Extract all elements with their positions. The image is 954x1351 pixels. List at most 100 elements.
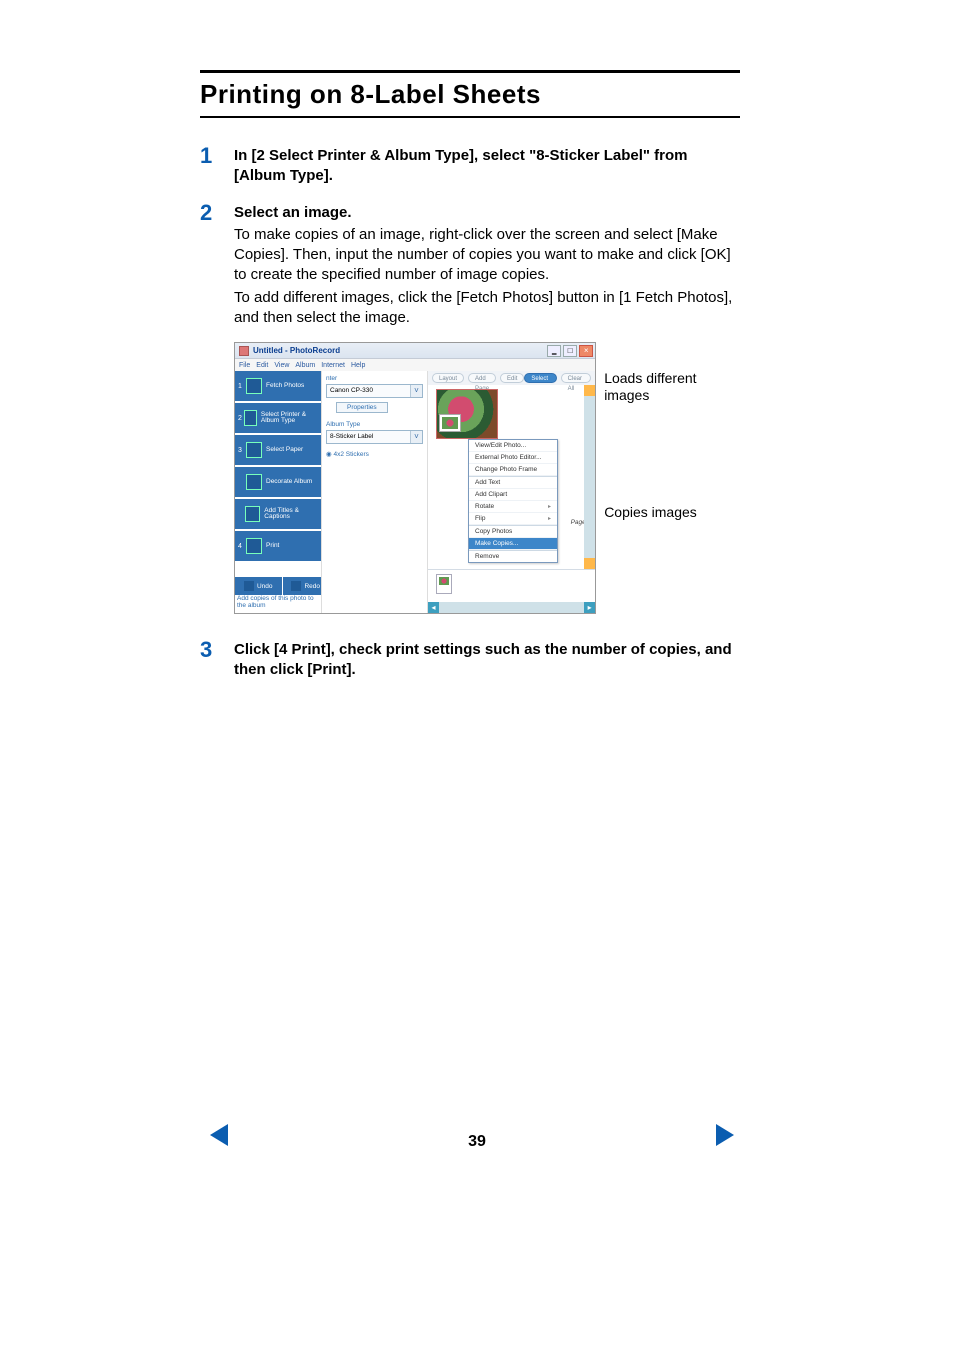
triangle-left-icon — [210, 1124, 228, 1146]
select-all-pill[interactable]: Select All — [524, 373, 556, 383]
sidebar-item-label: Print — [266, 543, 279, 550]
sidebar-step-num: 1 — [238, 383, 244, 390]
next-page-button[interactable] — [716, 1124, 734, 1151]
album-type-label: Album Type — [326, 421, 423, 428]
redo-icon — [291, 581, 301, 591]
ctx-view-edit[interactable]: View/Edit Photo... — [469, 440, 557, 452]
sidebar-item-label: Add Titles & Captions — [264, 508, 321, 521]
ctx-add-text[interactable]: Add Text — [469, 476, 557, 489]
edit-pill[interactable]: Edit — [500, 373, 524, 383]
clear-all-pill[interactable]: Clear All — [561, 373, 592, 383]
step-lead: In [2 Select Printer & Album Type], sele… — [234, 146, 740, 187]
ctx-flip[interactable]: Flip▸ — [469, 513, 557, 525]
thumb-strip: ◂ ▸ — [428, 569, 595, 613]
heading-rule-bottom — [200, 116, 740, 118]
menu-help[interactable]: Help — [351, 362, 365, 369]
ctx-make-copies[interactable]: Make Copies... — [469, 538, 557, 550]
undo-icon — [244, 581, 254, 591]
add-page-pill[interactable]: Add Page — [468, 373, 496, 383]
annotation-load-images: Loads different images — [604, 370, 740, 404]
window-title: Untitled - PhotoRecord — [253, 346, 340, 355]
scroll-up-icon[interactable] — [584, 385, 595, 396]
titlebar: Untitled - PhotoRecord ‗ □ × — [235, 343, 595, 359]
undo-button[interactable]: Undo — [235, 577, 283, 595]
horizontal-scrollbar[interactable]: ◂ ▸ — [428, 602, 595, 613]
step-1: 1 In [2 Select Printer & Album Type], se… — [200, 144, 740, 187]
properties-button[interactable]: Properties — [336, 402, 388, 413]
ctx-copy-photos[interactable]: Copy Photos — [469, 525, 557, 538]
sidebar-fetch-photos[interactable]: 1 Fetch Photos — [235, 371, 321, 401]
sidebar: 1 Fetch Photos 2 Select Printer & Album … — [235, 371, 321, 613]
photo-preview[interactable] — [436, 389, 498, 439]
sidebar-item-label: Fetch Photos — [266, 383, 304, 390]
fetch-photos-icon — [246, 378, 262, 394]
minimize-button[interactable]: ‗ — [547, 345, 561, 357]
menubar: File Edit View Album Internet Help — [235, 359, 595, 371]
album-type-select[interactable]: 8-Sticker Label ˅ — [326, 430, 423, 444]
menu-edit[interactable]: Edit — [256, 362, 268, 369]
step-lead: Select an image. — [234, 203, 740, 223]
menu-view[interactable]: View — [274, 362, 289, 369]
scroll-right-icon[interactable]: ▸ — [584, 602, 595, 613]
photo-thumb-overlay[interactable] — [440, 415, 460, 431]
step-lead: Click [4 Print], check print settings su… — [234, 640, 740, 681]
ctx-add-clipart[interactable]: Add Clipart — [469, 489, 557, 501]
sidebar-item-label: Select Paper — [266, 447, 303, 454]
chevron-down-icon: ˅ — [410, 385, 422, 397]
triangle-right-icon — [716, 1124, 734, 1146]
figure-annotations: Loads different images Copies images — [604, 342, 740, 520]
step-body: In [2 Select Printer & Album Type], sele… — [234, 144, 740, 187]
sidebar-step-num: 4 — [238, 543, 244, 550]
menu-internet[interactable]: Internet — [321, 362, 345, 369]
ctx-external-editor[interactable]: External Photo Editor... — [469, 452, 557, 464]
titles-icon — [245, 506, 260, 522]
step-2: 2 Select an image. To make copies of an … — [200, 201, 740, 329]
step-number: 3 — [200, 638, 234, 661]
sidebar-print[interactable]: 4 Print — [235, 531, 321, 561]
layout-radio[interactable]: ◉ 4x2 Stickers — [326, 450, 423, 458]
ctx-change-frame[interactable]: Change Photo Frame — [469, 464, 557, 476]
print-icon — [246, 538, 262, 554]
ctx-remove[interactable]: Remove — [469, 550, 557, 562]
printer-label: nter — [326, 375, 423, 382]
sidebar-add-titles[interactable]: Add Titles & Captions — [235, 499, 321, 529]
printer-value: Canon CP-330 — [327, 385, 410, 397]
submenu-arrow-icon: ▸ — [548, 503, 551, 510]
canvas-area: Layout Add Page Edit Select All Clear Al… — [427, 371, 595, 613]
step-body: Click [4 Print], check print settings su… — [234, 638, 740, 681]
scroll-down-icon[interactable] — [584, 558, 595, 569]
sidebar-select-printer[interactable]: 2 Select Printer & Album Type — [235, 403, 321, 433]
step-paragraph: To add different images, click the [Fetc… — [234, 288, 740, 329]
vertical-scrollbar[interactable] — [584, 385, 595, 569]
sidebar-step-num: 3 — [238, 447, 244, 454]
prev-page-button[interactable] — [210, 1124, 228, 1151]
printer-select[interactable]: Canon CP-330 ˅ — [326, 384, 423, 398]
sidebar-step-num: 2 — [238, 415, 242, 422]
album-type-value: 8-Sticker Label — [327, 431, 410, 443]
page-heading: Printing on 8-Label Sheets — [200, 79, 740, 110]
menu-album[interactable]: Album — [295, 362, 315, 369]
canvas-toolbar: Layout Add Page Edit Select All Clear Al… — [428, 371, 595, 385]
document-page: Printing on 8-Label Sheets 1 In [2 Selec… — [0, 0, 954, 1351]
page-number: 39 — [468, 1133, 486, 1151]
menu-file[interactable]: File — [239, 362, 250, 369]
figure-wrap: Untitled - PhotoRecord ‗ □ × File Edit V… — [234, 342, 740, 614]
printer-icon — [244, 410, 256, 426]
step-paragraph: To make copies of an image, right-click … — [234, 225, 740, 286]
close-button[interactable]: × — [579, 345, 593, 357]
page-thumb[interactable] — [436, 574, 452, 594]
submenu-arrow-icon: ▸ — [548, 515, 551, 522]
scroll-left-icon[interactable]: ◂ — [428, 602, 439, 613]
redo-label: Redo — [304, 583, 320, 590]
ctx-rotate[interactable]: Rotate▸ — [469, 501, 557, 513]
sidebar-select-paper[interactable]: 3 Select Paper — [235, 435, 321, 465]
layout-pill[interactable]: Layout — [432, 373, 464, 383]
sidebar-item-label: Select Printer & Album Type — [261, 412, 321, 425]
decorate-icon — [246, 474, 262, 490]
app-icon — [239, 346, 249, 356]
paper-icon — [246, 442, 262, 458]
sidebar-decorate-album[interactable]: Decorate Album — [235, 467, 321, 497]
maximize-button[interactable]: □ — [563, 345, 577, 357]
annotation-copies-images: Copies images — [604, 504, 740, 521]
photorecord-window: Untitled - PhotoRecord ‗ □ × File Edit V… — [234, 342, 596, 614]
